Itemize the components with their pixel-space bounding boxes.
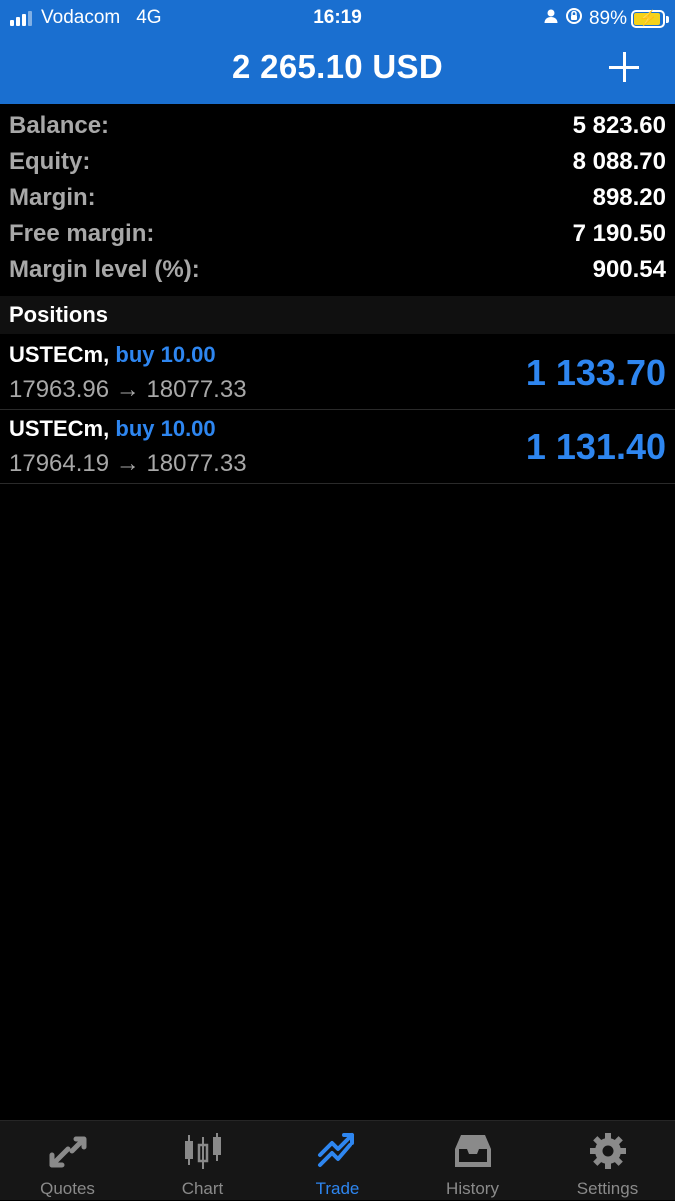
summary-value: 7 190.50 [572, 220, 666, 247]
position-row[interactable]: USTECm, buy 10.00 17964.19 → 18077.33 1 … [0, 410, 675, 484]
rotation-lock-icon [565, 7, 583, 31]
position-title: USTECm, buy 10.00 [9, 416, 216, 442]
summary-row-equity: Equity: 8 088.70 [0, 144, 675, 180]
summary-label: Equity: [9, 148, 91, 175]
new-order-button[interactable] [607, 50, 641, 84]
bottom-tab-bar: Quotes Chart Trade History Settings [0, 1120, 675, 1200]
summary-value: 8 088.70 [572, 148, 666, 175]
summary-label: Balance: [9, 112, 110, 139]
tab-label: Settings [576, 1179, 639, 1198]
position-symbol: USTECm, [9, 416, 110, 441]
settings-icon [590, 1133, 626, 1169]
battery-icon: ⚡ [631, 10, 669, 28]
status-right: 89% ⚡ [543, 7, 669, 31]
quotes-icon [49, 1136, 87, 1168]
position-prices: 17964.19 → 18077.33 [9, 450, 247, 477]
position-title: USTECm, buy 10.00 [9, 342, 216, 368]
battery-percent: 89% [588, 8, 627, 29]
person-icon [543, 8, 559, 30]
chart-icon [185, 1133, 221, 1169]
summary-row-free-margin: Free margin: 7 190.50 [0, 216, 675, 252]
tab-quotes[interactable]: Quotes [0, 1121, 135, 1201]
tab-settings[interactable]: Settings [540, 1121, 675, 1201]
history-icon [455, 1135, 491, 1167]
position-profit: 1 131.40 [525, 426, 666, 467]
tab-label: History [446, 1179, 499, 1198]
positions-list: USTECm, buy 10.00 17963.96 → 18077.33 1 … [0, 336, 675, 484]
status-bar: Vodacom 4G 16:19 89% ⚡ [0, 0, 675, 36]
tab-label: Trade [315, 1179, 360, 1198]
account-summary: Balance: 5 823.60 Equity: 8 088.70 Margi… [0, 108, 675, 288]
position-symbol: USTECm, [9, 342, 110, 367]
summary-row-margin: Margin: 898.20 [0, 180, 675, 216]
position-profit: 1 133.70 [525, 352, 666, 393]
tab-trade[interactable]: Trade [270, 1121, 405, 1201]
summary-label: Margin level (%): [9, 256, 200, 283]
summary-label: Margin: [9, 184, 96, 211]
account-equity-title: 2 265.10 USD [232, 48, 443, 85]
position-row[interactable]: USTECm, buy 10.00 17963.96 → 18077.33 1 … [0, 336, 675, 410]
summary-value: 5 823.60 [572, 112, 666, 139]
position-prices: 17963.96 → 18077.33 [9, 376, 247, 403]
tab-label: Chart [181, 1179, 224, 1198]
summary-row-margin-level: Margin level (%): 900.54 [0, 252, 675, 288]
position-direction: buy 10.00 [115, 342, 216, 367]
positions-section-header: Positions [0, 296, 675, 334]
app-header: Vodacom 4G 16:19 89% ⚡ 2 265.10 USD [0, 0, 675, 104]
position-direction: buy 10.00 [115, 416, 216, 441]
tab-history[interactable]: History [405, 1121, 540, 1201]
tab-label: Quotes [40, 1179, 95, 1198]
trade-icon [318, 1133, 354, 1167]
summary-label: Free margin: [9, 220, 155, 247]
summary-value: 898.20 [592, 184, 666, 211]
summary-value: 900.54 [592, 256, 666, 283]
tab-chart[interactable]: Chart [135, 1121, 270, 1201]
summary-row-balance: Balance: 5 823.60 [0, 108, 675, 144]
